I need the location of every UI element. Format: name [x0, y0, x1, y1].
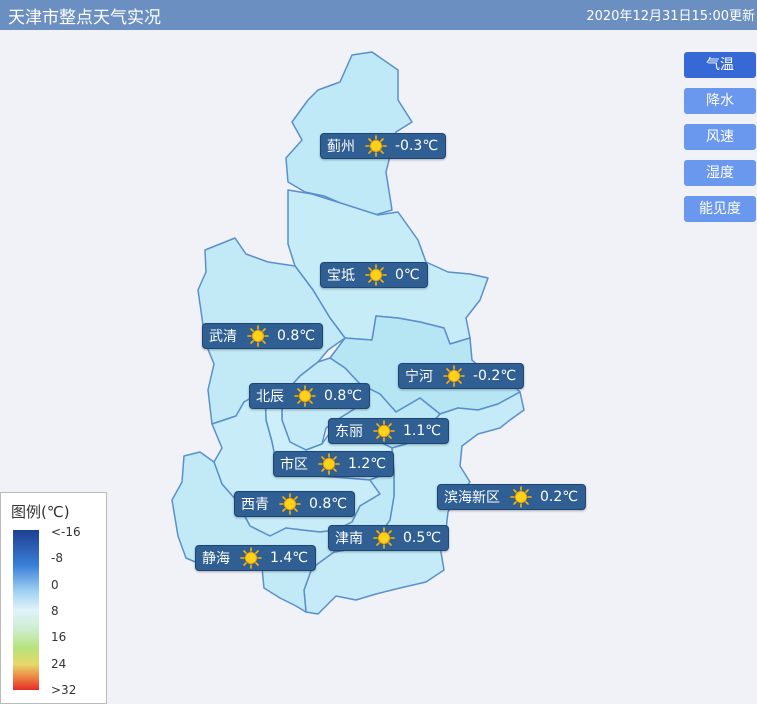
sunny-icon — [279, 493, 301, 515]
sunny-icon — [318, 453, 340, 475]
station-temp: 0.8℃ — [324, 388, 362, 404]
station-name: 北辰 — [256, 389, 284, 405]
station-temp: 0℃ — [395, 267, 420, 283]
legend-tick: <-16 — [51, 525, 81, 539]
station-name: 蓟州 — [327, 139, 355, 155]
station-name: 西青 — [241, 497, 269, 513]
station-label-wuqing[interactable]: 武清 0.8℃ — [202, 323, 323, 349]
legend-title: 图例(℃) — [11, 503, 70, 521]
station-name: 宝坻 — [327, 268, 355, 284]
station-temp: 0.2℃ — [540, 489, 578, 505]
station-name: 津南 — [335, 531, 363, 547]
station-name: 滨海新区 — [444, 490, 500, 506]
sunny-icon — [365, 135, 387, 157]
station-temp: -0.2℃ — [473, 368, 517, 384]
tianjin-map — [171, 51, 525, 615]
station-label-dongli[interactable]: 东丽 1.1℃ — [328, 418, 449, 444]
station-label-binhai[interactable]: 滨海新区 0.2℃ — [437, 484, 586, 510]
legend-tick: 8 — [51, 604, 59, 618]
station-label-shiqu[interactable]: 市区 1.2℃ — [273, 451, 394, 477]
legend-panel: 图例(℃) <-16 -8 0 8 16 24 >32 — [0, 492, 107, 704]
station-label-baodi[interactable]: 宝坻 0℃ — [320, 262, 428, 288]
station-temp: -0.3℃ — [395, 138, 439, 154]
sunny-icon — [294, 385, 316, 407]
station-label-beichen[interactable]: 北辰 0.8℃ — [249, 383, 370, 409]
tab-precipitation[interactable]: 降水 — [684, 88, 756, 114]
sunny-icon — [365, 264, 387, 286]
sunny-icon — [443, 365, 465, 387]
station-label-jinghai[interactable]: 静海 1.4℃ — [195, 545, 316, 571]
station-name: 东丽 — [335, 424, 363, 440]
station-name: 市区 — [280, 457, 308, 473]
sunny-icon — [510, 486, 532, 508]
legend-tick: 0 — [51, 578, 59, 592]
sunny-icon — [247, 325, 269, 347]
sunny-icon — [373, 527, 395, 549]
station-label-jinnan[interactable]: 津南 0.5℃ — [328, 525, 449, 551]
legend-tick: 24 — [51, 657, 67, 671]
legend-tick: >32 — [51, 683, 77, 697]
tab-visibility[interactable]: 能见度 — [684, 196, 756, 222]
legend-color-bar — [13, 530, 39, 690]
station-label-xiqing[interactable]: 西青 0.8℃ — [234, 491, 355, 517]
legend-tick: -8 — [51, 551, 63, 565]
station-temp: 1.2℃ — [348, 456, 386, 472]
station-name: 宁河 — [405, 369, 433, 385]
station-temp: 0.5℃ — [403, 530, 441, 546]
tab-temperature[interactable]: 气温 — [684, 52, 756, 78]
legend-tick: 16 — [51, 630, 67, 644]
station-temp: 0.8℃ — [277, 328, 315, 344]
sunny-icon — [373, 420, 395, 442]
tab-humidity[interactable]: 湿度 — [684, 160, 756, 186]
station-temp: 0.8℃ — [309, 496, 347, 512]
station-name: 静海 — [202, 551, 230, 567]
station-temp: 1.4℃ — [270, 550, 308, 566]
tab-wind-speed[interactable]: 风速 — [684, 124, 756, 150]
station-label-ninghe[interactable]: 宁河 -0.2℃ — [398, 363, 525, 389]
station-temp: 1.1℃ — [403, 423, 441, 439]
station-name: 武清 — [209, 329, 237, 345]
station-label-jizhou[interactable]: 蓟州 -0.3℃ — [320, 133, 447, 159]
sunny-icon — [240, 547, 262, 569]
